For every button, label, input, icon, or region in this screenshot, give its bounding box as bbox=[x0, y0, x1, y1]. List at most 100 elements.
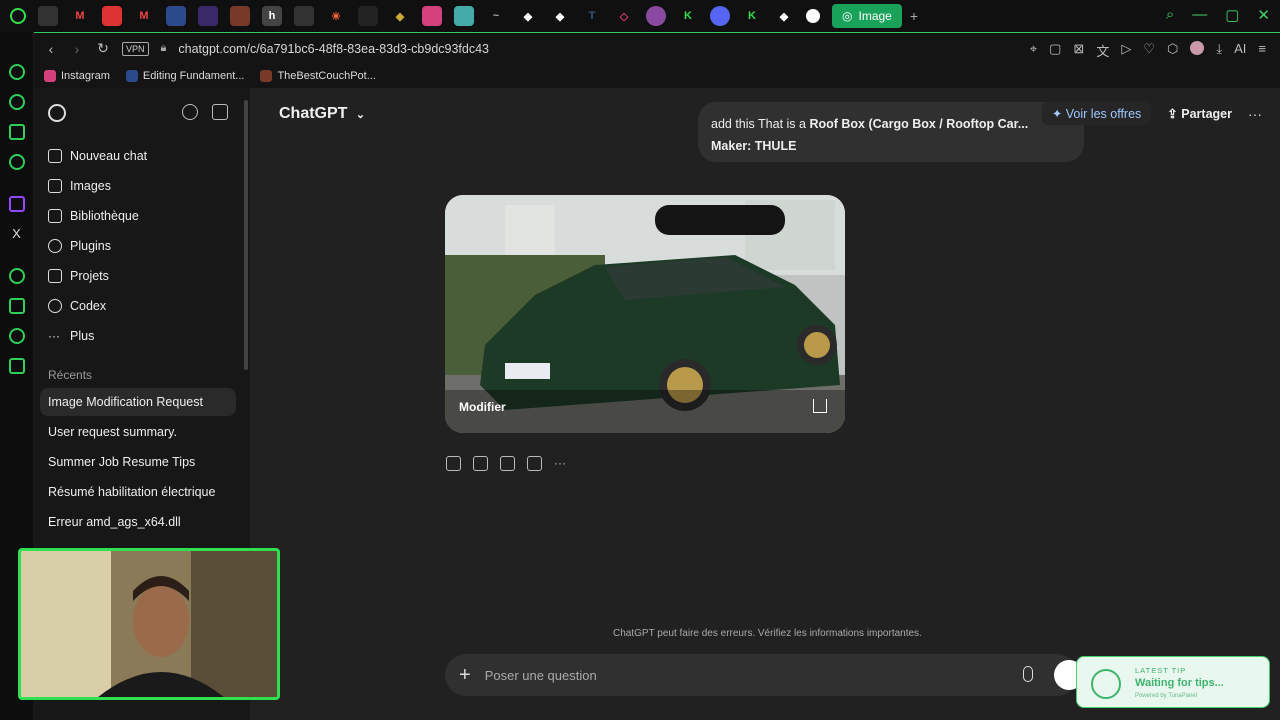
tab-icon[interactable]: ~ bbox=[486, 6, 506, 26]
sidebar-item-projects[interactable]: Projets bbox=[48, 264, 109, 288]
more-icon[interactable]: ··· bbox=[554, 456, 566, 471]
ai-button[interactable]: AI bbox=[1234, 41, 1246, 60]
back-button[interactable]: ‹ bbox=[44, 41, 58, 57]
tab-icon[interactable] bbox=[230, 6, 250, 26]
opera-logo-icon[interactable] bbox=[10, 8, 26, 24]
edit-icon bbox=[48, 149, 62, 163]
upload-icon[interactable] bbox=[813, 399, 827, 413]
tab-icon[interactable] bbox=[198, 6, 218, 26]
minimize-button[interactable]: — bbox=[1192, 6, 1207, 24]
generated-image[interactable]: Modifier bbox=[445, 195, 845, 433]
vpn-badge[interactable]: VPN bbox=[122, 41, 149, 56]
tab-icon[interactable]: h bbox=[262, 6, 282, 26]
sidebar-item-library[interactable]: Bibliothèque bbox=[48, 204, 139, 228]
active-tab[interactable]: ◎ Image bbox=[832, 4, 902, 28]
thumbs-up-icon[interactable] bbox=[473, 456, 488, 471]
nav-label: Plus bbox=[70, 329, 95, 343]
extension-icon[interactable] bbox=[8, 154, 25, 170]
tab-icon[interactable] bbox=[294, 6, 314, 26]
extension-icon[interactable] bbox=[8, 328, 25, 344]
block-icon[interactable]: ⊠ bbox=[1073, 41, 1084, 60]
play-icon[interactable]: ▷ bbox=[1121, 41, 1131, 60]
gmail-tab-icon[interactable]: M bbox=[134, 6, 154, 26]
sidebar-item-more[interactable]: ··· Plus bbox=[48, 324, 94, 348]
recent-chat[interactable]: User request summary. bbox=[40, 418, 236, 446]
recent-chat[interactable]: Résumé habilitation électrique bbox=[40, 478, 236, 506]
share-icon[interactable] bbox=[527, 456, 542, 471]
tab-icon[interactable]: ◆ bbox=[550, 6, 570, 26]
google-tab-icon[interactable] bbox=[806, 9, 820, 23]
tab-icon[interactable] bbox=[646, 6, 666, 26]
menu-icon[interactable]: ≡ bbox=[1258, 41, 1266, 60]
add-attachment-button[interactable]: + bbox=[459, 664, 471, 687]
sidebar-toggle-icon[interactable] bbox=[212, 104, 228, 120]
lock-icon[interactable]: 🔒︎ bbox=[161, 42, 167, 55]
gmail-tab-icon[interactable]: M bbox=[70, 6, 90, 26]
thumbs-down-icon[interactable] bbox=[500, 456, 515, 471]
discord-tab-icon[interactable] bbox=[710, 6, 730, 26]
extensions-icon[interactable]: ⬡ bbox=[1167, 41, 1178, 60]
search-icon[interactable] bbox=[182, 104, 198, 120]
sidebar-item-codex[interactable]: Codex bbox=[48, 294, 106, 318]
pocket-tab-icon[interactable] bbox=[102, 6, 122, 26]
sidebar-scrollbar[interactable] bbox=[244, 100, 248, 370]
extension-icon[interactable] bbox=[8, 358, 25, 374]
new-tab-button[interactable]: + bbox=[910, 8, 918, 24]
map-icon[interactable] bbox=[8, 298, 25, 314]
kick-tab-icon[interactable]: K bbox=[742, 6, 762, 26]
openai-logo-icon[interactable] bbox=[48, 104, 66, 122]
tab-icon[interactable] bbox=[38, 6, 58, 26]
instagram-tab-icon[interactable] bbox=[422, 6, 442, 26]
recent-chat[interactable]: Image Modification Request bbox=[40, 388, 236, 416]
twitch-icon[interactable] bbox=[8, 196, 25, 212]
question-input[interactable]: Poser une question bbox=[485, 668, 597, 683]
whatsapp-icon[interactable] bbox=[8, 64, 25, 80]
tab-icon[interactable]: ◇ bbox=[614, 6, 634, 26]
bookmark-editing[interactable]: Editing Fundament... bbox=[125, 70, 244, 82]
copy-icon[interactable] bbox=[446, 456, 461, 471]
recent-chat[interactable]: Erreur amd_ags_x64.dll bbox=[40, 508, 236, 536]
user-message-maker: Maker: THULE bbox=[711, 139, 797, 153]
tip-widget: LATEST TIP Waiting for tips... Powered b… bbox=[1076, 656, 1270, 708]
recent-chat[interactable]: Summer Job Resume Tips bbox=[40, 448, 236, 476]
offers-label: Voir les offres bbox=[1065, 107, 1142, 121]
pin-icon[interactable]: ⌖ bbox=[1030, 41, 1037, 60]
tab-icon[interactable]: ◆ bbox=[774, 6, 794, 26]
nav-label: Bibliothèque bbox=[70, 209, 139, 223]
tab-icon[interactable] bbox=[358, 6, 378, 26]
model-selector[interactable]: ChatGPT ⌄ bbox=[279, 105, 365, 123]
translate-icon[interactable]: 文 bbox=[1096, 41, 1109, 60]
profile-avatar[interactable] bbox=[1190, 41, 1205, 55]
reload-button[interactable]: ↻ bbox=[96, 40, 110, 57]
x-icon[interactable]: X bbox=[9, 226, 25, 242]
more-options-button[interactable]: ··· bbox=[1248, 106, 1262, 122]
download-icon[interactable]: ⤓ bbox=[1216, 41, 1222, 60]
url-field[interactable]: chatgpt.com/c/6a791bc6-48f8-83ea-83d3-cb… bbox=[178, 42, 489, 56]
offers-button[interactable]: ✦ Voir les offres bbox=[1041, 102, 1152, 125]
search-icon[interactable]: ⌕ bbox=[1166, 6, 1174, 24]
maximize-button[interactable]: ▢ bbox=[1225, 6, 1239, 24]
player-icon[interactable] bbox=[8, 268, 25, 284]
sidebar-item-images[interactable]: Images bbox=[48, 174, 111, 198]
tab-icon[interactable]: ◆ bbox=[390, 6, 410, 26]
share-button[interactable]: ⇪ Partager bbox=[1167, 106, 1232, 121]
tab-icon[interactable] bbox=[454, 6, 474, 26]
forward-button[interactable]: › bbox=[70, 41, 84, 57]
heart-icon[interactable]: ♡ bbox=[1143, 41, 1155, 60]
microphone-icon[interactable] bbox=[1023, 666, 1033, 682]
bookmark-instagram[interactable]: Instagram bbox=[44, 70, 110, 82]
kick-tab-icon[interactable]: K bbox=[678, 6, 698, 26]
recents-heading: Récents bbox=[48, 368, 93, 382]
sidebar-item-plugins[interactable]: Plugins bbox=[48, 234, 111, 258]
extension-icon[interactable] bbox=[8, 94, 25, 110]
modify-image-button[interactable]: Modifier bbox=[459, 400, 506, 414]
close-button[interactable]: ✕ bbox=[1257, 6, 1270, 24]
tab-icon[interactable]: ◆ bbox=[518, 6, 538, 26]
bookmark-couchpot[interactable]: TheBestCouchPot... bbox=[260, 70, 376, 82]
tab-icon[interactable]: ✳ bbox=[326, 6, 346, 26]
snapshot-icon[interactable]: ▢ bbox=[1049, 41, 1061, 60]
tab-icon[interactable] bbox=[166, 6, 186, 26]
tab-icon[interactable]: T bbox=[582, 6, 602, 26]
new-chat-button[interactable]: Nouveau chat bbox=[48, 144, 147, 168]
extension-icon[interactable] bbox=[8, 124, 25, 140]
